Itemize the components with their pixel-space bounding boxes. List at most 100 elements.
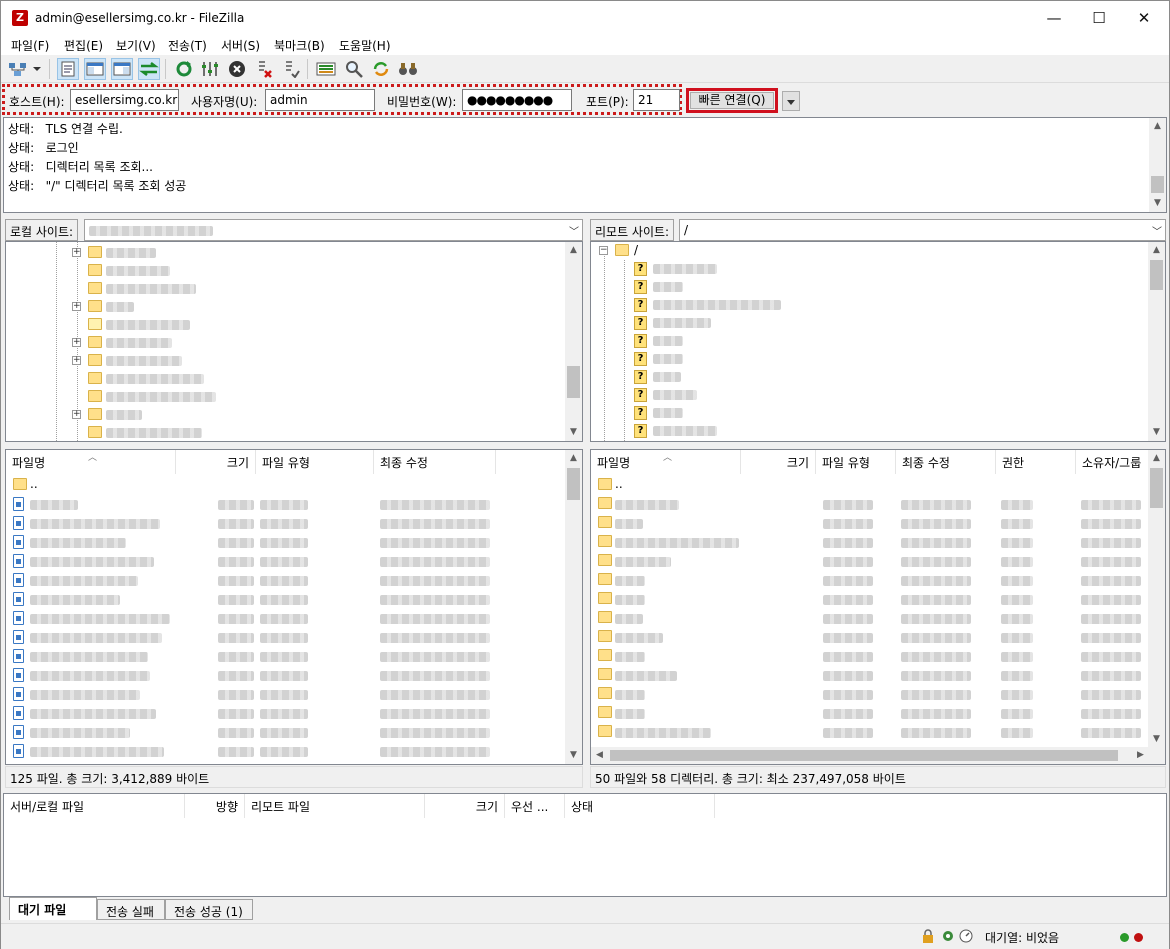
site-manager-icon[interactable] <box>7 58 29 80</box>
tree-node[interactable]: ? <box>591 386 1151 404</box>
close-window-button[interactable]: ✕ <box>1121 1 1167 35</box>
process-queue-icon[interactable] <box>199 58 221 80</box>
refresh-icon[interactable] <box>173 58 195 80</box>
scroll-down-icon[interactable]: ▼ <box>1149 195 1166 212</box>
username-input[interactable]: admin <box>265 89 375 111</box>
column-header-size[interactable]: 크기 <box>176 450 256 474</box>
folder-row[interactable] <box>591 666 1165 685</box>
queue-column-remote-file[interactable]: 리모트 파일 <box>245 794 425 818</box>
scroll-down-icon[interactable]: ▼ <box>565 424 582 441</box>
quickconnect-history-dropdown[interactable] <box>782 91 800 111</box>
minimize-button[interactable]: — <box>1031 1 1077 35</box>
file-row[interactable] <box>6 666 582 685</box>
tree-node-root[interactable]: − / <box>591 242 1151 260</box>
scroll-up-icon[interactable]: ▲ <box>565 450 582 467</box>
remote-path-combo[interactable]: / ﹀ <box>679 219 1166 241</box>
filter-icon[interactable] <box>343 58 365 80</box>
menu-view[interactable]: 보기(V) <box>116 37 156 54</box>
remote-tree-icon[interactable] <box>111 58 133 80</box>
tree-node[interactable]: + <box>6 352 566 370</box>
tree-node[interactable]: ? <box>591 350 1151 368</box>
file-row[interactable] <box>6 495 582 514</box>
folder-row[interactable] <box>591 495 1165 514</box>
chevron-down-icon[interactable]: ﹀ <box>1152 223 1162 238</box>
scroll-thumb[interactable] <box>567 366 580 398</box>
folder-row[interactable] <box>591 533 1165 552</box>
scroll-down-icon[interactable]: ▼ <box>1148 424 1165 441</box>
tree-node[interactable] <box>6 424 566 441</box>
file-row[interactable] <box>6 609 582 628</box>
local-path-combo[interactable]: ﹀ <box>84 219 583 241</box>
file-row[interactable] <box>6 685 582 704</box>
tree-node[interactable]: ? <box>591 368 1151 386</box>
disconnect-icon[interactable] <box>253 58 275 80</box>
quickconnect-button[interactable]: 빠른 연결(Q) <box>690 92 774 109</box>
chevron-down-icon[interactable]: ﹀ <box>569 223 579 238</box>
file-row[interactable] <box>6 704 582 723</box>
queue-column-status[interactable]: 상태 <box>565 794 715 818</box>
tab-failed-transfers[interactable]: 전송 실패 <box>97 899 165 920</box>
expand-icon[interactable]: + <box>72 410 81 419</box>
tree-node[interactable]: + <box>6 298 566 316</box>
search-icon[interactable] <box>397 58 419 80</box>
tree-node[interactable]: ? <box>591 296 1151 314</box>
message-log-icon[interactable] <box>57 58 79 80</box>
port-input[interactable]: 21 <box>633 89 680 111</box>
tab-successful-transfers[interactable]: 전송 성공 (1) <box>165 899 253 920</box>
file-row[interactable] <box>6 571 582 590</box>
column-header-modified[interactable]: 최종 수정 <box>896 450 996 474</box>
tree-node[interactable]: + <box>6 406 566 424</box>
expand-icon[interactable]: + <box>72 338 81 347</box>
file-row[interactable] <box>6 552 582 571</box>
tree-node[interactable]: ? <box>591 332 1151 350</box>
scroll-up-icon[interactable]: ▲ <box>1148 242 1165 259</box>
reconnect-icon[interactable] <box>280 58 302 80</box>
speed-limit-icon[interactable] <box>959 929 973 943</box>
folder-row[interactable] <box>591 647 1165 666</box>
log-scrollbar[interactable]: ▲ ▼ <box>1149 118 1166 212</box>
scroll-down-icon[interactable]: ▼ <box>565 747 582 764</box>
tree-node[interactable] <box>6 262 566 280</box>
remote-tree-scrollbar[interactable]: ▲ ▼ <box>1148 242 1165 441</box>
menu-help[interactable]: 도움말(H) <box>339 37 391 54</box>
scroll-thumb[interactable] <box>610 750 1118 761</box>
scroll-thumb[interactable] <box>567 468 580 500</box>
scroll-up-icon[interactable]: ▲ <box>1148 450 1165 467</box>
scroll-left-icon[interactable]: ◀ <box>591 747 608 764</box>
file-row[interactable] <box>6 742 582 761</box>
column-header-size[interactable]: 크기 <box>741 450 816 474</box>
column-header-permissions[interactable]: 권한 <box>996 450 1076 474</box>
queue-column-direction[interactable]: 방향 <box>185 794 245 818</box>
expand-icon[interactable]: + <box>72 356 81 365</box>
scroll-right-icon[interactable]: ▶ <box>1132 747 1149 764</box>
menu-server[interactable]: 서버(S) <box>221 37 260 54</box>
remote-list-hscrollbar[interactable]: ◀ ▶ <box>591 747 1165 764</box>
folder-row[interactable] <box>591 704 1165 723</box>
column-header-modified[interactable]: 최종 수정 <box>374 450 496 474</box>
folder-row[interactable] <box>591 514 1165 533</box>
directory-compare-icon[interactable] <box>315 58 337 80</box>
scroll-up-icon[interactable]: ▲ <box>1149 118 1166 135</box>
tree-node[interactable]: + <box>6 334 566 352</box>
tab-queued-files[interactable]: 대기 파일 <box>9 897 97 920</box>
tree-node[interactable]: ? <box>591 278 1151 296</box>
scroll-thumb[interactable] <box>1151 176 1164 193</box>
menu-file[interactable]: 파일(F) <box>11 37 49 54</box>
tree-node[interactable]: ? <box>591 260 1151 278</box>
menu-transfer[interactable]: 전송(T) <box>168 37 207 54</box>
column-header-filetype[interactable]: 파일 유형 <box>256 450 374 474</box>
local-tree-scrollbar[interactable]: ▲ ▼ <box>565 242 582 441</box>
column-header-filetype[interactable]: 파일 유형 <box>816 450 896 474</box>
cancel-icon[interactable] <box>226 58 248 80</box>
local-tree-icon[interactable] <box>84 58 106 80</box>
queue-column-size[interactable]: 크기 <box>425 794 505 818</box>
settings-gear-icon[interactable] <box>941 929 955 943</box>
tree-node[interactable] <box>6 316 566 334</box>
menu-edit[interactable]: 편집(E) <box>64 37 103 54</box>
expand-icon[interactable]: + <box>72 302 81 311</box>
tree-node[interactable]: ? <box>591 314 1151 332</box>
folder-row[interactable] <box>591 723 1165 742</box>
folder-row[interactable] <box>591 552 1165 571</box>
sync-browse-icon[interactable] <box>370 58 392 80</box>
file-row[interactable] <box>6 533 582 552</box>
